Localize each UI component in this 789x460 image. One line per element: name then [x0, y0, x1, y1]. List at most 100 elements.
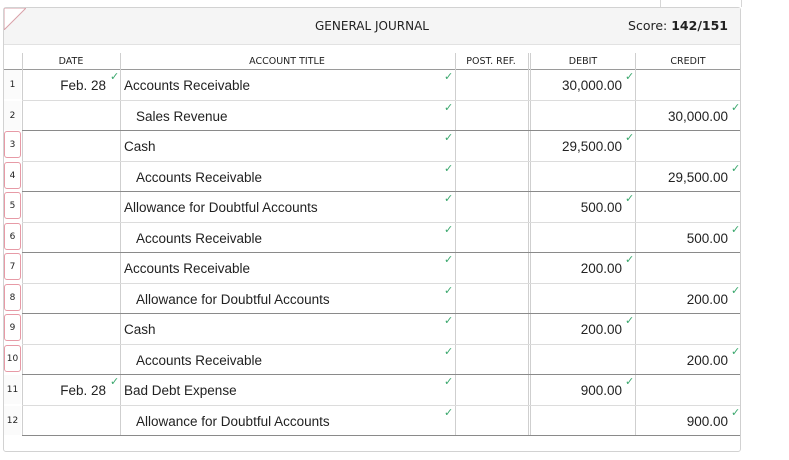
credit-cell[interactable] [636, 131, 728, 161]
checkmark-icon: ✓ [444, 131, 454, 144]
checkmark-icon: ✓ [444, 192, 454, 205]
account-title-cell[interactable]: Cash [124, 131, 156, 161]
checkmark-icon: ✓ [110, 375, 120, 388]
checkmark-icon: ✓ [444, 314, 454, 327]
credit-cell[interactable]: 200.00 [636, 284, 728, 314]
date-cell[interactable] [23, 253, 106, 283]
score-label: Score: [628, 18, 668, 33]
checkmark-icon: ✓ [625, 253, 635, 266]
post-ref-cell[interactable] [456, 223, 528, 253]
row-number: 8 [4, 283, 21, 311]
account-title-cell[interactable]: Allowance for Doubtful Accounts [136, 406, 330, 436]
credit-cell[interactable]: 500.00 [636, 223, 728, 253]
date-cell[interactable] [23, 192, 106, 222]
post-ref-cell[interactable] [456, 162, 528, 192]
checkmark-icon: ✓ [731, 161, 741, 175]
background-divider [741, 0, 742, 7]
date-cell[interactable] [23, 131, 106, 161]
credit-cell[interactable]: 30,000.00 [636, 101, 728, 131]
credit-cell[interactable] [636, 253, 728, 283]
row-number: 9 [4, 314, 21, 341]
credit-cell[interactable] [636, 70, 728, 100]
account-title-cell[interactable]: Allowance for Doubtful Accounts [136, 284, 330, 314]
credit-cell[interactable] [636, 314, 728, 344]
post-ref-cell[interactable] [456, 314, 528, 344]
checkmark-icon: ✓ [444, 161, 454, 175]
row-number: 6 [4, 222, 21, 250]
checkmark-icon: ✓ [731, 100, 741, 114]
account-title-cell[interactable]: Sales Revenue [136, 101, 228, 131]
date-cell[interactable]: Feb. 28 [23, 375, 106, 405]
debit-cell[interactable]: 500.00 [532, 192, 622, 222]
date-cell[interactable] [23, 162, 106, 192]
checkmark-icon: ✓ [444, 375, 454, 388]
account-title-cell[interactable]: Cash [124, 314, 156, 344]
post-ref-cell[interactable] [456, 70, 528, 100]
header-debit: DEBIT [568, 56, 598, 67]
row-number: 4 [4, 161, 21, 189]
checkmark-icon: ✓ [444, 100, 454, 114]
account-title-cell[interactable]: Accounts Receivable [136, 223, 262, 253]
header-post-ref: POST. REF. [466, 56, 516, 67]
debit-cell[interactable]: 900.00 [532, 375, 622, 405]
account-title-cell[interactable]: Accounts Receivable [124, 70, 250, 100]
debit-cell[interactable] [532, 284, 622, 314]
debit-cell[interactable]: 30,000.00 [532, 70, 622, 100]
post-ref-cell[interactable] [456, 131, 528, 161]
debit-cell[interactable] [532, 345, 622, 375]
date-cell[interactable] [23, 345, 106, 375]
debit-cell[interactable] [532, 223, 622, 253]
credit-cell[interactable]: 29,500.00 [636, 162, 728, 192]
account-title-cell[interactable]: Bad Debt Expense [124, 375, 237, 405]
row-number: 12 [4, 405, 21, 435]
checkmark-icon: ✓ [731, 405, 741, 419]
credit-cell[interactable] [636, 192, 728, 222]
account-title-cell[interactable]: Accounts Receivable [136, 345, 262, 375]
journal-row: 12 Allowance for Doubtful Accounts 900.00 [4, 405, 740, 436]
journal-row: 8 Allowance for Doubtful Accounts 200.00 [4, 283, 740, 314]
post-ref-cell[interactable] [456, 101, 528, 131]
account-title-cell[interactable]: Allowance for Doubtful Accounts [124, 192, 318, 222]
date-cell[interactable] [23, 406, 106, 436]
credit-cell[interactable]: 200.00 [636, 345, 728, 375]
credit-cell[interactable] [636, 375, 728, 405]
post-ref-cell[interactable] [456, 192, 528, 222]
checkmark-icon: ✓ [731, 222, 741, 236]
checkmark-icon: ✓ [444, 253, 454, 266]
account-title-cell[interactable]: Accounts Receivable [124, 253, 250, 283]
header-account-title: ACCOUNT TITLE [249, 56, 325, 67]
credit-cell[interactable]: 900.00 [636, 406, 728, 436]
debit-cell[interactable]: 200.00 [532, 314, 622, 344]
row-number: 11 [4, 375, 21, 404]
checkmark-icon: ✓ [110, 70, 120, 83]
checkmark-icon: ✓ [625, 375, 635, 388]
debit-cell[interactable]: 29,500.00 [532, 131, 622, 161]
header-date: DATE [58, 56, 84, 67]
row-number: 3 [4, 131, 21, 158]
row-number: 7 [4, 253, 21, 280]
score-value: 142/151 [671, 18, 728, 33]
post-ref-cell[interactable] [456, 253, 528, 283]
debit-cell[interactable] [532, 101, 622, 131]
checkmark-icon: ✓ [625, 131, 635, 144]
account-title-cell[interactable]: Accounts Receivable [136, 162, 262, 192]
post-ref-cell[interactable] [456, 406, 528, 436]
corner-fold-icon [4, 8, 26, 30]
journal-row: 2 Sales Revenue 30,000.00 [4, 100, 740, 131]
date-cell[interactable] [23, 284, 106, 314]
post-ref-cell[interactable] [456, 345, 528, 375]
debit-cell[interactable] [532, 406, 622, 436]
date-cell[interactable] [23, 314, 106, 344]
checkmark-icon: ✓ [444, 70, 454, 83]
debit-cell[interactable] [532, 162, 622, 192]
checkmark-icon: ✓ [444, 405, 454, 419]
date-cell[interactable] [23, 223, 106, 253]
date-cell[interactable]: Feb. 28 [23, 70, 106, 100]
date-cell[interactable] [23, 101, 106, 131]
row-number: 1 [4, 70, 21, 99]
post-ref-cell[interactable] [456, 284, 528, 314]
debit-cell[interactable]: 200.00 [532, 253, 622, 283]
row-separator [22, 435, 740, 436]
journal-row: 6 Accounts Receivable 500.00 [4, 222, 740, 253]
post-ref-cell[interactable] [456, 375, 528, 405]
